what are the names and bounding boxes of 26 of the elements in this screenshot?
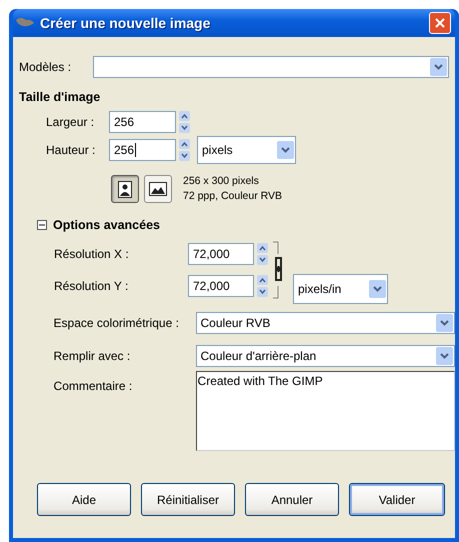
field-label: Résolution Y : xyxy=(54,279,130,293)
image-info: 72 ppp, Couleur RVB xyxy=(183,189,282,204)
field-label: Largeur : xyxy=(46,115,96,129)
dialog-button[interactable]: Valider xyxy=(349,483,445,516)
section-heading: Options avancées xyxy=(53,218,160,232)
field-label: Commentaire : xyxy=(54,379,134,393)
field-label: Hauteur : xyxy=(46,143,96,157)
dropdown[interactable]: Couleur d'arrière-plan xyxy=(196,345,455,367)
number-field[interactable]: 256 xyxy=(109,111,176,133)
field-label: Espace colorimétrique : xyxy=(54,316,180,330)
dropdown[interactable]: pixels xyxy=(197,136,296,164)
dialog-button[interactable]: Aide xyxy=(37,483,131,516)
number-field[interactable]: 72,000 xyxy=(188,243,254,265)
field-label: Remplir avec : xyxy=(54,349,132,363)
dialog-button[interactable]: Réinitialiser xyxy=(141,483,235,516)
dropdown[interactable]: Couleur RVB xyxy=(196,312,455,334)
comment-field[interactable]: Created with The GIMP xyxy=(196,371,455,451)
field-label: Résolution X : xyxy=(54,247,130,261)
field-label: Modèles : xyxy=(19,60,72,74)
dropdown[interactable]: pixels/in xyxy=(293,274,388,304)
window-title: Créer une nouvelle image xyxy=(40,15,212,31)
image-info: 256 x 300 pixels xyxy=(183,174,260,189)
number-field[interactable]: 72,000 xyxy=(188,275,254,297)
number-field[interactable]: 256 xyxy=(109,139,176,161)
section-heading: Taille d'image xyxy=(19,90,100,104)
dialog-button[interactable]: Annuler xyxy=(245,483,339,516)
